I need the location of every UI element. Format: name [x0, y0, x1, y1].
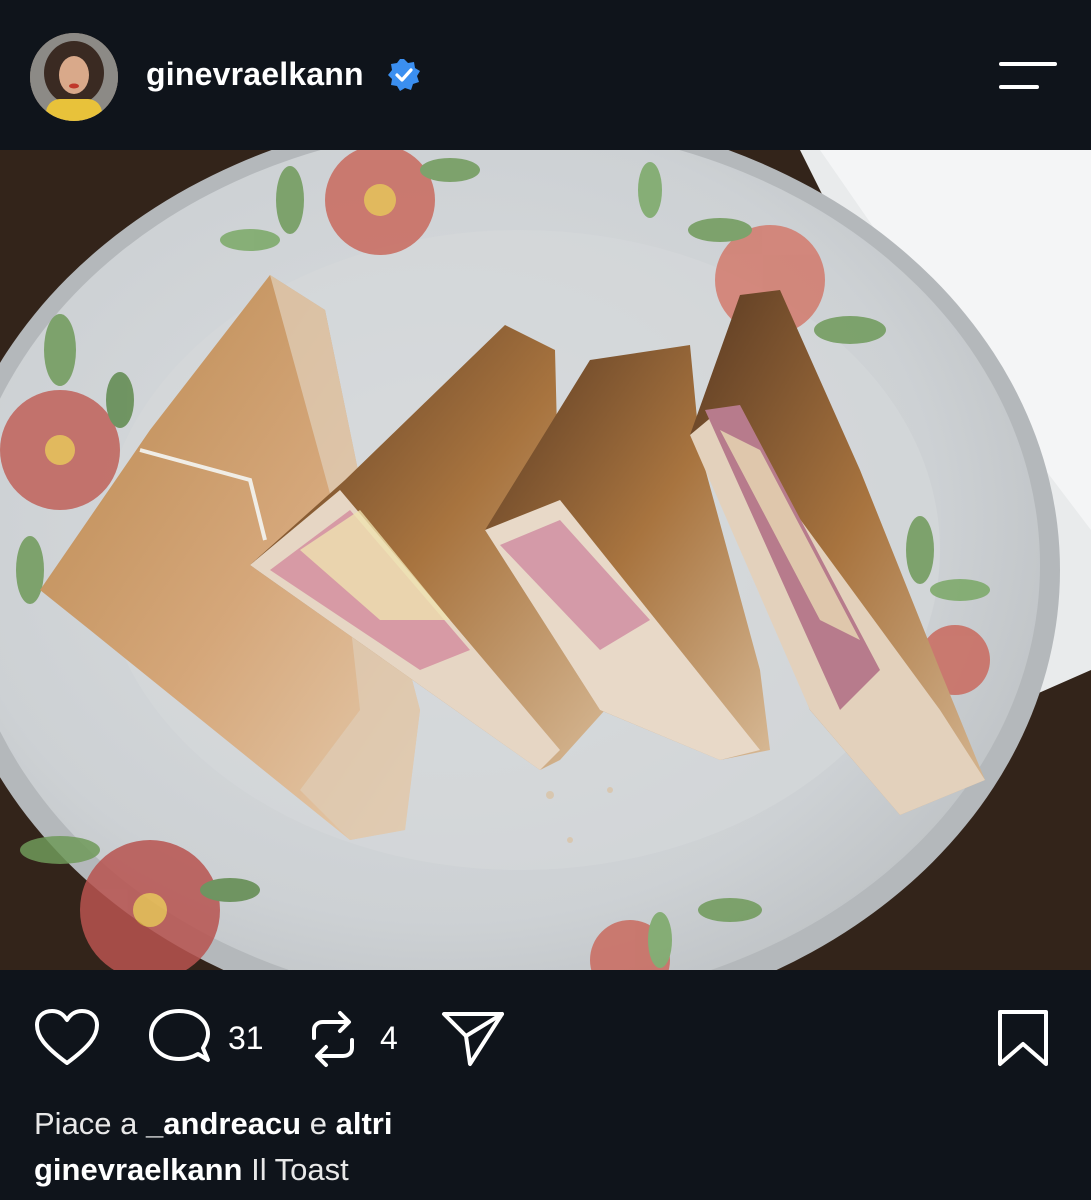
comment-bubble-icon[interactable]	[148, 1008, 212, 1070]
likes-prefix: Piace a	[34, 1106, 138, 1141]
menu-icon[interactable]	[997, 58, 1059, 94]
liker-username[interactable]: _andreacu	[146, 1106, 301, 1141]
likes-connector: e	[309, 1106, 327, 1141]
likes-summary: Piace a _andreacu e altri	[34, 1106, 392, 1142]
heart-icon[interactable]	[34, 1008, 100, 1068]
username[interactable]: ginevraelkann	[146, 56, 364, 93]
avatar[interactable]	[30, 33, 118, 121]
post-image[interactable]	[0, 150, 1091, 970]
comment-count: 31	[228, 1020, 264, 1056]
post-caption: ginevraelkann Il Toast	[34, 1152, 349, 1188]
repost-count: 4	[380, 1020, 398, 1056]
caption-text: Il Toast	[251, 1152, 349, 1187]
caption-username[interactable]: ginevraelkann	[34, 1152, 242, 1187]
likes-others-link[interactable]: altri	[336, 1106, 393, 1141]
bookmark-icon[interactable]	[995, 1008, 1051, 1068]
repost-icon[interactable]	[306, 1008, 360, 1070]
verified-badge-icon	[386, 57, 422, 93]
post-header: ginevraelkann	[0, 0, 1091, 150]
action-bar: 31 4	[0, 970, 1091, 1110]
send-icon[interactable]	[440, 1008, 506, 1068]
